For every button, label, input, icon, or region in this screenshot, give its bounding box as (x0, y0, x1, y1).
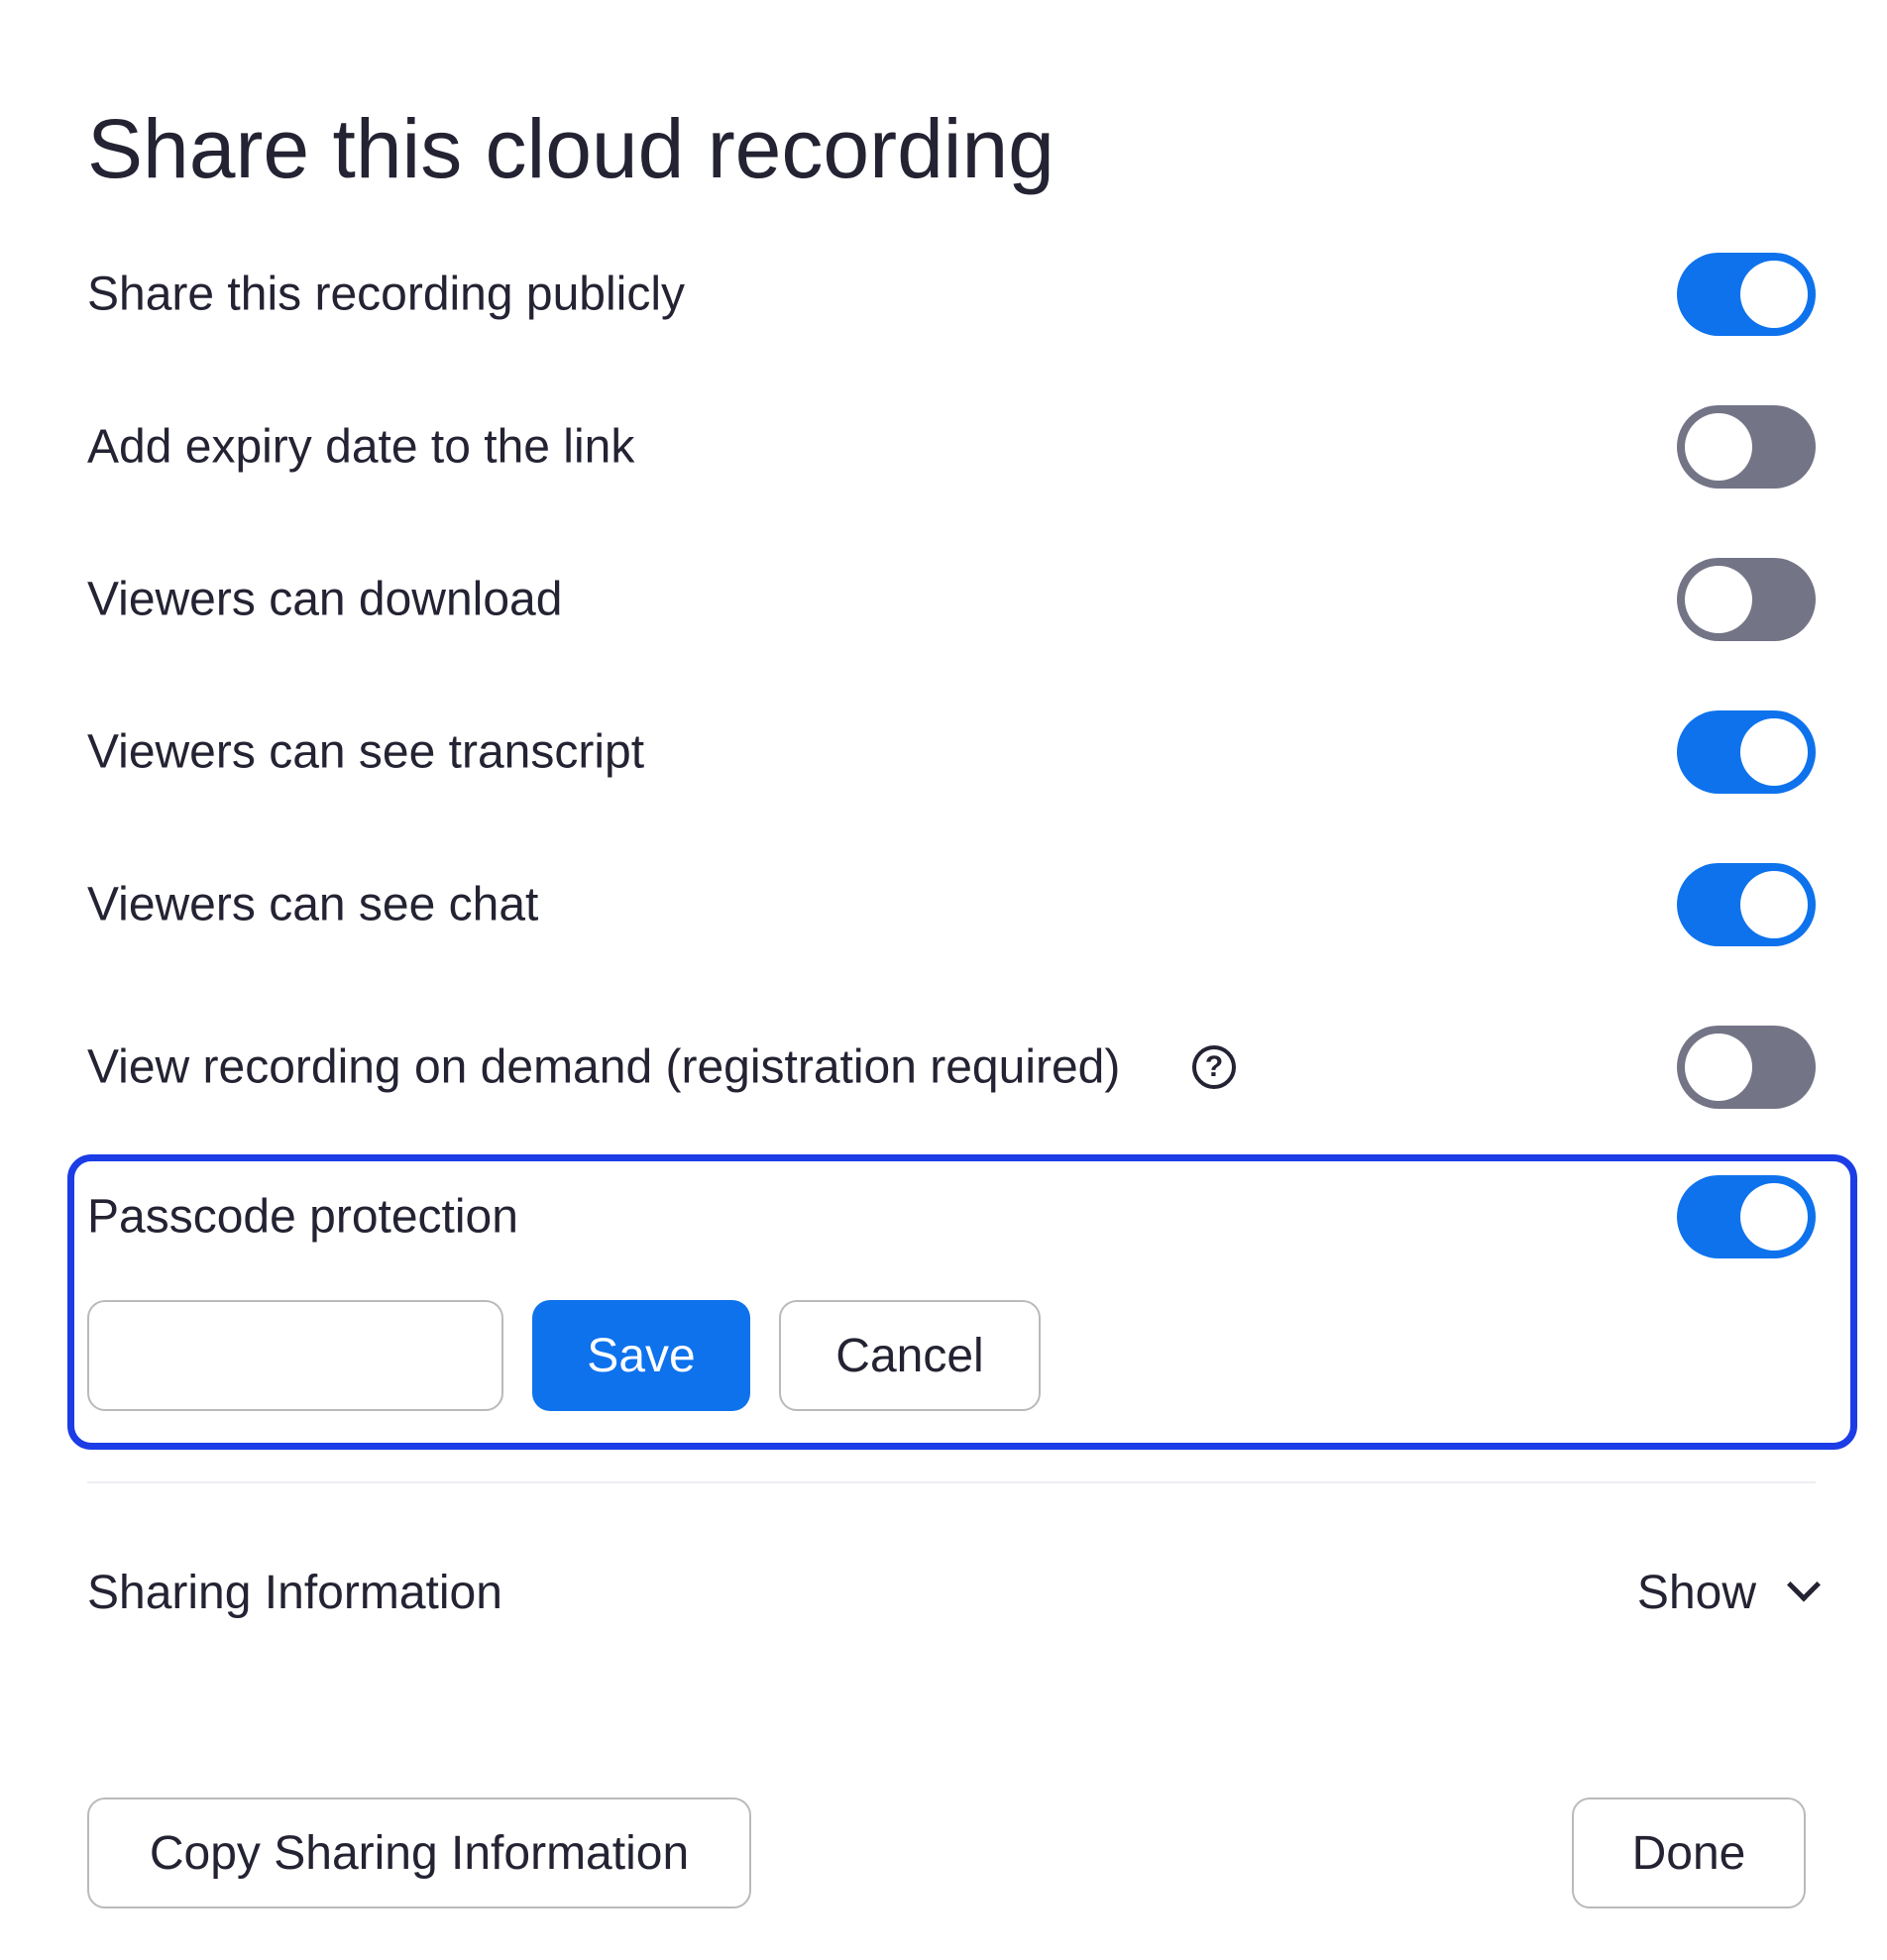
viewers-transcript-toggle[interactable] (1677, 710, 1816, 794)
passcode-save-button[interactable]: Save (532, 1300, 750, 1411)
viewers-chat-toggle[interactable] (1677, 863, 1816, 946)
toggle-knob (1685, 1034, 1752, 1101)
setting-label: Add expiry date to the link (87, 420, 635, 474)
setting-row-share-publicly: Share this recording publicly (87, 245, 1816, 344)
toggle-knob (1740, 718, 1808, 786)
setting-row-passcode: Passcode protection (87, 1167, 1816, 1266)
toggle-knob (1685, 413, 1752, 481)
setting-label: View recording on demand (registration r… (87, 1040, 1121, 1094)
section-divider (87, 1481, 1816, 1483)
setting-row-expiry-date: Add expiry date to the link (87, 397, 1816, 496)
setting-label: Viewers can see chat (87, 878, 539, 931)
done-button[interactable]: Done (1572, 1797, 1806, 1908)
show-label: Show (1636, 1567, 1756, 1619)
viewers-download-toggle[interactable] (1677, 558, 1816, 641)
toggle-knob (1685, 566, 1752, 633)
setting-row-viewers-download: Viewers can download (87, 550, 1816, 649)
setting-label: Viewers can see transcript (87, 725, 645, 779)
expiry-date-toggle[interactable] (1677, 405, 1816, 489)
passcode-label: Passcode protection (87, 1190, 518, 1244)
share-recording-dialog: Share this cloud recording Share this re… (0, 0, 1887, 1960)
setting-label: Viewers can download (87, 573, 563, 626)
passcode-toggle[interactable] (1677, 1175, 1816, 1258)
setting-row-viewers-transcript: Viewers can see transcript (87, 703, 1816, 802)
copy-sharing-information-button[interactable]: Copy Sharing Information (87, 1797, 751, 1908)
passcode-input[interactable] (87, 1300, 503, 1411)
toggle-knob (1740, 1183, 1808, 1251)
toggle-knob (1740, 871, 1808, 938)
passcode-cancel-button[interactable]: Cancel (779, 1300, 1041, 1411)
sharing-information-show-toggle[interactable]: Show (1636, 1566, 1821, 1620)
question-circle-icon[interactable]: ? (1192, 1045, 1236, 1089)
toggle-knob (1740, 261, 1808, 328)
dialog-title: Share this cloud recording (87, 102, 1054, 195)
on-demand-toggle[interactable] (1677, 1026, 1816, 1109)
setting-label: Share this recording publicly (87, 268, 685, 321)
sharing-information-label: Sharing Information (87, 1567, 502, 1619)
setting-row-on-demand: View recording on demand (registration r… (87, 1018, 1816, 1117)
share-publicly-toggle[interactable] (1677, 253, 1816, 336)
chevron-down-icon (1787, 1568, 1821, 1601)
setting-row-viewers-chat: Viewers can see chat (87, 855, 1816, 954)
